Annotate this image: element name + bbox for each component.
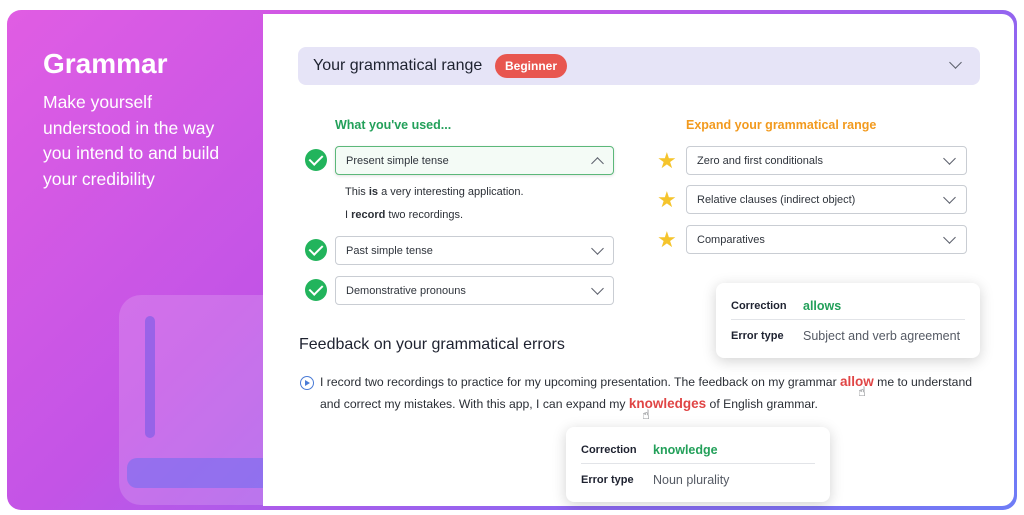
play-audio-icon[interactable] [300,376,314,390]
feature-description: Make yourself understood in the way you … [43,92,220,189]
feature-title: Grammar [43,48,168,79]
chevron-down-icon [943,231,956,244]
check-icon [305,279,327,301]
feedback-text-line: and correct my mistakes. With this app, … [320,396,818,411]
chevron-up-icon [591,157,604,170]
star-icon: ★ [657,187,677,212]
feedback-title: Feedback on your grammatical errors [299,336,565,353]
star-icon: ★ [657,148,677,173]
error-type-label: Error type [731,330,784,342]
dropdown-label: Zero and first conditionals [697,155,823,167]
used-section-title: What you've used... [335,118,452,132]
tooltip-divider [731,319,965,320]
dropdown-label: Present simple tense [346,155,449,167]
correction-tooltip-allow: Correction allows Error type Subject and… [716,283,980,358]
chevron-down-icon [591,242,604,255]
check-icon [305,149,327,171]
correction-tooltip-knowledges: Correction knowledge Error type Noun plu… [566,427,830,502]
expand-section-title: Expand your grammatical range [686,118,877,132]
tooltip-divider [581,463,815,464]
grammatical-range-header[interactable]: Your grammatical range Beginner [298,47,980,85]
dropdown-zero-first-conditionals[interactable]: Zero and first conditionals [686,146,967,175]
correction-value: knowledge [653,443,718,457]
dropdown-present-simple-tense[interactable]: Present simple tense [335,146,614,175]
chevron-down-icon [591,282,604,295]
grammar-panel: Your grammatical range Beginner What you… [263,14,1014,506]
check-icon [305,239,327,261]
error-type-value: Subject and verb agreement [803,329,961,343]
star-icon: ★ [657,227,677,252]
chevron-down-icon [943,191,956,204]
pointer-cursor-icon: ☝ [642,407,650,422]
error-type-value: Noun plurality [653,473,730,487]
pointer-cursor-icon: ☝ [858,384,866,399]
dropdown-demonstrative-pronouns[interactable]: Demonstrative pronouns [335,276,614,305]
dropdown-comparatives[interactable]: Comparatives [686,225,967,254]
dropdown-label: Past simple tense [346,245,433,257]
correction-label: Correction [731,300,787,312]
range-title: Your grammatical range [313,57,483,74]
example-sentence: I record two recordings. [345,209,464,221]
example-sentence: This is a very interesting application. [345,186,524,198]
error-type-label: Error type [581,474,634,486]
level-badge: Beginner [495,54,568,78]
error-word-knowledges[interactable]: knowledges [629,396,706,411]
feedback-text-line: I record two recordings to practice for … [320,374,973,389]
book-spine [145,316,155,438]
dropdown-label: Relative clauses (indirect object) [697,194,856,206]
chevron-down-icon [943,152,956,165]
feature-card: Grammar Make yourself understood in the … [7,10,1017,510]
dropdown-label: Comparatives [697,234,765,246]
error-word-allow[interactable]: allow [840,374,874,389]
dropdown-past-simple-tense[interactable]: Past simple tense [335,236,614,265]
dropdown-relative-clauses[interactable]: Relative clauses (indirect object) [686,185,967,214]
dropdown-label: Demonstrative pronouns [346,285,466,297]
correction-label: Correction [581,444,637,456]
chevron-down-icon [949,56,962,69]
correction-value: allows [803,299,842,313]
